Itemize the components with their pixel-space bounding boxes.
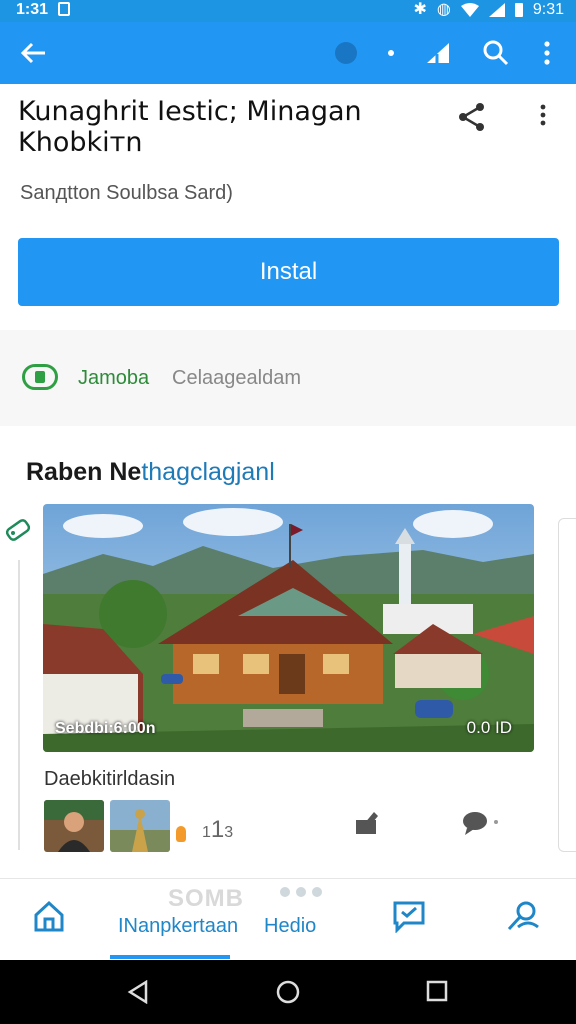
more-vert-icon[interactable] bbox=[530, 36, 564, 70]
developer-name[interactable]: Jamoba bbox=[78, 367, 149, 390]
nav-home[interactable] bbox=[32, 899, 66, 933]
nav-label-video[interactable]: Hedio bbox=[264, 915, 316, 938]
signal-icon bbox=[488, 3, 505, 17]
alarm-icon: ◍ bbox=[436, 1, 451, 18]
home-circle-icon[interactable] bbox=[276, 980, 300, 1009]
status-left: 1:31 bbox=[16, 0, 71, 20]
count-suffix: 3 bbox=[224, 824, 234, 841]
small-dot-icon[interactable] bbox=[374, 36, 408, 70]
status-bar: 1:31 ✱ ◍ 9:31 bbox=[0, 0, 576, 22]
count-prefix: 1 bbox=[202, 824, 211, 841]
bluetooth-icon: ✱ bbox=[413, 1, 427, 18]
section-title: Raben Nethagclagjanl bbox=[26, 458, 275, 487]
message-icon bbox=[393, 901, 425, 933]
back-arrow-icon[interactable] bbox=[16, 36, 50, 70]
person-search-icon bbox=[507, 901, 539, 931]
recents-square-icon[interactable] bbox=[426, 980, 448, 1007]
thumbnail-person[interactable] bbox=[44, 800, 104, 852]
timeline-line bbox=[18, 560, 20, 850]
system-navigation-bar bbox=[0, 960, 576, 1024]
count-main: 1 bbox=[210, 816, 225, 843]
battery-icon bbox=[514, 3, 523, 17]
section-title-main: Raben Ne bbox=[26, 458, 142, 486]
comment-icon[interactable] bbox=[462, 810, 502, 841]
signal-icon[interactable] bbox=[421, 36, 455, 70]
fire-icon bbox=[176, 826, 186, 842]
nav-messages[interactable] bbox=[392, 899, 426, 933]
nav-profile[interactable] bbox=[506, 899, 540, 933]
app-header: Kunaghrit Iestic; Minagan Khobkiтn Sanдt… bbox=[0, 84, 576, 330]
developer-row[interactable]: Jamoba Celaagealdam bbox=[0, 330, 576, 426]
status-time-right: 9:31 bbox=[532, 1, 564, 18]
building-photo-image bbox=[43, 504, 534, 752]
edit-icon[interactable] bbox=[354, 810, 380, 841]
media-caption-left: Sebdbi:6:00n bbox=[55, 720, 156, 737]
ghost-text: SOMB bbox=[168, 885, 244, 912]
nav-label-explore[interactable]: INanpkertaan bbox=[118, 915, 238, 938]
home-icon bbox=[34, 900, 64, 932]
more-options-icon[interactable] bbox=[540, 104, 546, 131]
media-caption-right: 0.0 ID bbox=[466, 718, 512, 737]
bottom-navigation: SOMB INanpkertaan Hedio bbox=[0, 878, 576, 960]
back-triangle-icon[interactable] bbox=[126, 979, 150, 1009]
ghost-dots bbox=[280, 887, 322, 897]
sim-icon bbox=[58, 2, 71, 16]
nav-active-indicator bbox=[110, 955, 230, 959]
next-card-edge[interactable] bbox=[558, 518, 576, 852]
search-icon[interactable] bbox=[479, 36, 513, 70]
media-label: Daebkitirldasin bbox=[44, 768, 176, 790]
app-subtitle: Sanдtton Soulbsa Sard) bbox=[20, 182, 233, 204]
developer-category: Celaagealdam bbox=[172, 367, 301, 389]
status-right: ✱ ◍ 9:31 bbox=[413, 0, 564, 20]
status-time-left: 1:31 bbox=[16, 1, 49, 18]
tag-icon bbox=[4, 516, 32, 549]
install-button[interactable]: Instal bbox=[18, 238, 559, 306]
wifi-icon bbox=[460, 3, 479, 17]
section-title-accent: thagclagjanl bbox=[141, 458, 275, 486]
thumbnail-statue[interactable] bbox=[110, 800, 170, 852]
app-title: Kunaghrit Iestic; Minagan Khobkiтn bbox=[18, 96, 362, 158]
dot-icon[interactable] bbox=[329, 36, 363, 70]
media-count: 113 bbox=[202, 816, 233, 844]
developer-badge-icon bbox=[22, 364, 58, 390]
thumbnail-strip bbox=[44, 800, 186, 852]
share-icon[interactable] bbox=[458, 102, 486, 137]
app-bar bbox=[0, 22, 576, 84]
media-photo[interactable]: Sebdbi:6:00n 0.0 ID bbox=[43, 504, 534, 752]
